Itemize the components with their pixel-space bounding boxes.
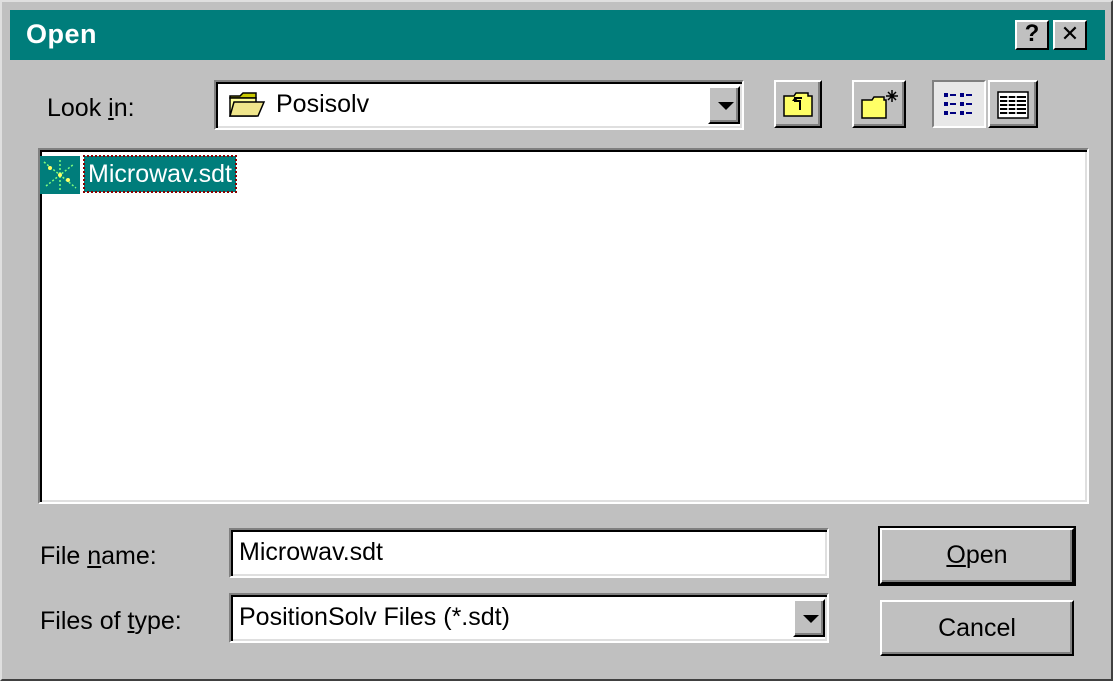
file-name-input[interactable]: Microwav.sdt [229, 528, 829, 578]
look-in-value: Posisolv [276, 90, 370, 118]
file-type-dropdown-button[interactable] [793, 599, 825, 637]
look-in-dropdown-button[interactable] [708, 86, 740, 124]
new-folder-icon [860, 88, 900, 127]
details-view-icon [996, 90, 1030, 125]
new-folder-button[interactable] [852, 80, 906, 128]
look-in-label: Look in: [47, 94, 135, 122]
cancel-button[interactable]: Cancel [880, 600, 1074, 656]
list-view-button[interactable] [932, 80, 986, 128]
details-view-button[interactable] [988, 80, 1038, 128]
help-button[interactable]: ? [1015, 20, 1049, 50]
sdt-file-icon [40, 156, 80, 194]
file-list[interactable]: Microwav.sdt [38, 148, 1089, 504]
file-type-combobox[interactable]: PositionSolv Files (*.sdt) [229, 593, 829, 643]
file-name-label-text: File name: [40, 542, 157, 570]
file-name-value: Microwav.sdt [239, 538, 384, 566]
chevron-down-icon [803, 615, 819, 623]
folder-icon [228, 88, 266, 120]
file-type-value: PositionSolv Files (*.sdt) [239, 603, 510, 631]
look-in-combobox[interactable]: Posisolv [214, 80, 744, 130]
list-view-icon [942, 90, 976, 125]
title-bar[interactable]: Open ? ✕ [10, 10, 1105, 60]
open-dialog: Open ? ✕ Look in: Posisolv Microwav.sdt … [0, 0, 1113, 681]
up-one-level-button[interactable] [774, 80, 822, 128]
close-button[interactable]: ✕ [1053, 20, 1087, 50]
file-type-label: Files of type: [40, 607, 182, 635]
file-name-label: Microwav.sdt [82, 155, 238, 193]
chevron-down-icon [718, 102, 734, 110]
dialog-title: Open [26, 19, 98, 49]
open-button[interactable]: Open [880, 528, 1074, 584]
up-folder-icon [782, 90, 816, 125]
